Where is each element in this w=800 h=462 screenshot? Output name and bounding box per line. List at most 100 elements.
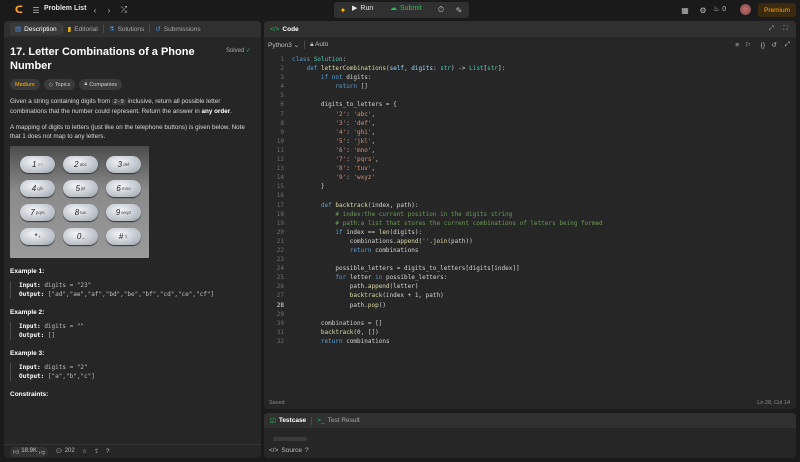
code-line[interactable]: path.pop() [292,301,796,310]
code-line[interactable]: # index:the current position in the digi… [292,210,796,219]
topics-badge[interactable]: ◇ Topics [43,79,76,90]
next-problem-icon[interactable]: › [102,3,116,17]
logo-icon[interactable]: ᑕ [12,3,26,17]
tab-submissions[interactable]: ↺ Submissions [150,23,205,35]
code-line[interactable] [292,310,796,319]
example-input: digits = "23" [44,282,92,289]
code-line[interactable] [292,91,796,100]
reset-icon[interactable]: ↺ [772,41,777,49]
prev-problem-icon[interactable]: ‹ [88,3,102,17]
line-number: 11 [276,146,284,154]
code-line[interactable]: class Solution: [292,55,796,64]
code-line[interactable]: possible_letters = digits_to_letters[dig… [292,264,796,273]
key-digit: # [118,232,124,241]
star-icon[interactable]: ☆ [82,448,87,455]
timer-icon[interactable]: ⏱ [434,3,448,17]
problem-list-icon[interactable]: ☰ [29,3,43,17]
code-icon: </> [269,447,279,454]
help-icon[interactable]: ? [106,449,109,455]
code-line[interactable]: for letter in possible_letters: [292,273,796,282]
code-line[interactable]: return combinations [292,246,796,255]
code-lines[interactable]: class Solution: def letterCombinations(s… [292,55,796,346]
code-line[interactable]: return combinations [292,337,796,346]
code-line[interactable]: '7': 'pqrs', [292,155,796,164]
language-select[interactable]: Python3 ⌄ [268,41,299,49]
debug-icon[interactable]: ✦ [336,3,350,17]
code-line[interactable]: combinations.append(''.join(path)) [292,237,796,246]
code-line[interactable]: '8': 'tuv', [292,164,796,173]
code-line[interactable]: '9': 'wxyz' [292,173,796,182]
code-line[interactable] [292,191,796,200]
share-icon[interactable]: ⇪ [94,448,99,455]
problem-list-link[interactable]: Problem List [44,5,86,12]
solved-status: Solved ✓ [226,47,251,54]
comments-button[interactable]: 💬︎ 202 [55,448,75,455]
braces-icon[interactable]: {} [761,42,765,49]
code-line[interactable]: '5': 'jkl', [292,137,796,146]
fullscreen-icon[interactable]: ⤢ [785,41,790,49]
line-number: 24 [276,265,284,273]
code-line[interactable]: path.append(letter) [292,282,796,291]
topics-label: Topics [54,81,71,88]
testcase-placeholder [273,437,307,441]
tab-description[interactable]: ▤ Description [10,23,62,35]
code-line[interactable]: } [292,182,796,191]
keypad-key: 3 def [106,156,141,173]
tab-submissions-label: Submissions [163,25,201,33]
submit-button[interactable]: ☁ Submit [390,4,422,13]
settings-icon[interactable]: ⚙ [696,3,710,17]
example-block: Input: digits = "" Output: [] [10,322,255,340]
tab-testcase[interactable]: ☑ Testcase [270,417,306,425]
code-line[interactable]: def letterCombinations(self, digits: str… [292,64,796,73]
format-icon[interactable]: ≡ [735,42,739,49]
source-button[interactable]: </> Source ? [269,447,309,454]
notes-icon[interactable]: ✎ [452,3,466,17]
line-number: 2 [280,65,284,73]
code-line[interactable]: '4': 'ghi', [292,128,796,137]
keypad-key: 2 abc [63,156,98,173]
code-line[interactable] [292,255,796,264]
code-line[interactable]: digits_to_letters = { [292,100,796,109]
code-line[interactable]: backtrack(index + 1, path) [292,291,796,300]
code-line[interactable]: '6': 'mno', [292,146,796,155]
code-line[interactable]: '2': 'abc', [292,110,796,119]
code-line[interactable]: def backtrack(index, path): [292,201,796,210]
code-line[interactable]: return [] [292,82,796,91]
code-line[interactable]: # path:a list that stores the current co… [292,219,796,228]
streak-counter[interactable]: ♨ 0 [713,5,726,14]
line-number: 16 [276,192,284,200]
avatar[interactable] [740,4,751,15]
maximize-icon[interactable]: ⛶ [783,25,788,33]
help-icon[interactable]: ? [305,447,309,454]
keypad-key: 9 wxyz [106,204,141,221]
run-button[interactable]: ▶ Run [352,4,373,13]
line-number: 13 [276,165,284,173]
page-title: 17. Letter Combinations of a Phone Numbe… [10,46,195,72]
line-number: 22 [276,246,284,254]
code-line[interactable]: if index == len(digits): [292,228,796,237]
bookmark-icon[interactable]: ⚐ [745,41,751,49]
companies-badge[interactable]: 🔒︎ Companies [79,79,123,90]
premium-button[interactable]: Premium [758,3,796,17]
code-line[interactable]: if not digits: [292,73,796,82]
tag-icon: ◇ [48,81,53,88]
code-line[interactable]: backtrack(0, []) [292,328,796,337]
tab-solutions[interactable]: ⚗ Solutions [104,23,150,35]
code-line[interactable]: combinations = [] [292,319,796,328]
code-line[interactable]: '3': 'def', [292,119,796,128]
line-number: 21 [276,237,284,245]
line-number: 32 [276,337,284,345]
tab-editorial[interactable]: ▮ Editorial [63,23,103,35]
line-number: 31 [276,328,284,336]
like-button[interactable]: 👍︎ 18.9K 👎︎ [10,446,49,457]
shuffle-icon[interactable]: ⤮ [117,3,131,17]
key-letters: + [38,234,41,239]
autosave-toggle[interactable]: 🔒︎ Auto [310,41,328,49]
tab-test-result[interactable]: >_ Test Result [317,417,360,424]
expand-icon[interactable]: ⤢ [769,25,774,33]
code-editor[interactable]: 1 2 3 4 5 6 7 8 9 10 11 12 13 14 15 16 17 18 19 20 21 22 23 24 2… [264,55,796,397]
history-icon: ↺ [155,26,161,33]
code-title: Code [282,25,299,33]
grid-icon[interactable]: ▦ [678,3,692,17]
thumbs-down-icon[interactable]: 👎︎ [39,448,45,456]
